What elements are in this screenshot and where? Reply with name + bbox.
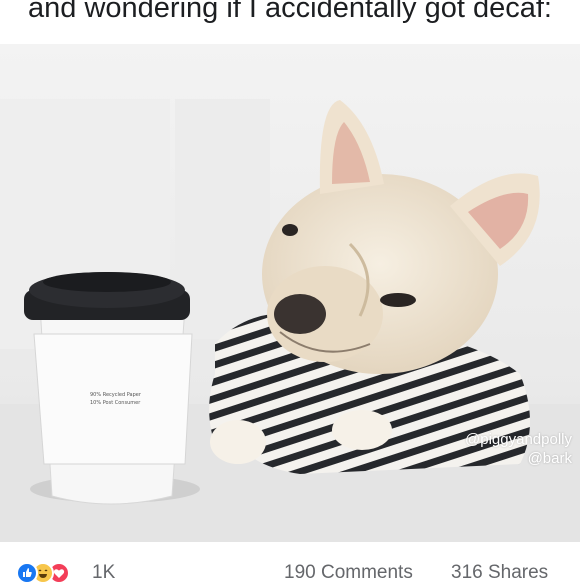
dog-eye — [380, 293, 416, 307]
shares-count[interactable]: 316 Shares — [451, 562, 548, 584]
left-paw — [210, 420, 266, 464]
cup-text-2: 10% Post Consumer — [90, 400, 141, 406]
post-photo[interactable]: 90% Recycled Paper 10% Post Consumer @pi… — [0, 44, 580, 542]
post-caption: and wondering if I accidentally got deca… — [0, 0, 580, 44]
right-paw — [332, 410, 392, 450]
watermark-line-2: @bark — [527, 450, 572, 467]
cup-text-1: 90% Recycled Paper — [90, 392, 142, 398]
watermark-line-1: @piggyandpolly — [465, 431, 572, 448]
watermark: @piggyandpolly @bark — [465, 430, 572, 468]
post-footer: 1K 190 Comments 316 Shares — [0, 542, 580, 584]
like-icon — [16, 562, 38, 584]
reaction-count[interactable]: 1K — [92, 562, 115, 584]
caption-text: and wondering if I accidentally got deca… — [28, 0, 552, 24]
comments-count[interactable]: 190 Comments — [284, 562, 413, 584]
dog-nose — [274, 294, 326, 334]
dog-eye — [282, 224, 298, 236]
